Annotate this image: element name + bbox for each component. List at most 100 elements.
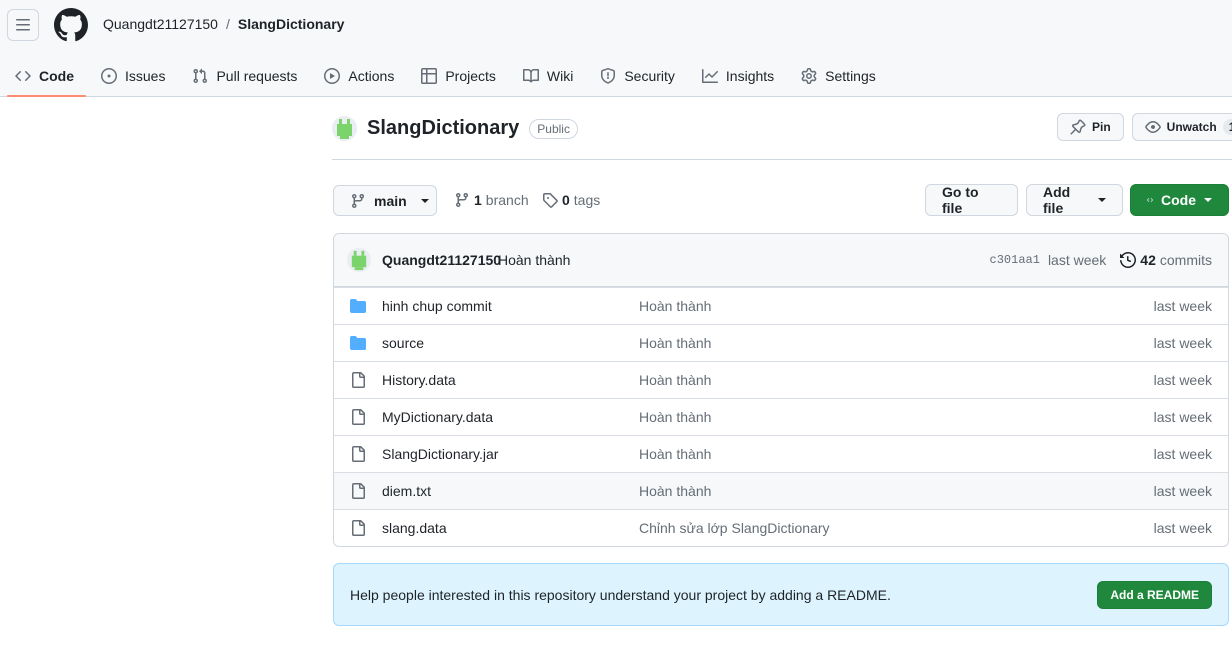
identicon-icon	[347, 248, 371, 272]
repo-title-row: SlangDictionary Public	[332, 116, 578, 141]
commit-author-avatar[interactable]	[347, 248, 371, 272]
file-icon	[352, 372, 365, 388]
file-commit-message[interactable]: Hoàn thành	[639, 409, 711, 425]
issue-icon	[101, 68, 117, 84]
file-commit-message[interactable]: Hoàn thành	[639, 446, 711, 462]
file-row[interactable]: source Hoàn thành last week	[334, 324, 1228, 361]
commit-sha-link[interactable]: c301aa1	[990, 253, 1040, 267]
file-name-link[interactable]: slang.data	[382, 520, 447, 536]
file-row[interactable]: SlangDictionary.jar Hoàn thành last week	[334, 435, 1228, 472]
file-commit-message[interactable]: Hoàn thành	[639, 335, 711, 351]
commits-count: 42	[1140, 252, 1156, 268]
file-icon	[352, 409, 365, 425]
tab-actions[interactable]: Actions	[316, 56, 406, 96]
folder-icon	[350, 299, 366, 313]
owner-avatar[interactable]	[332, 116, 357, 141]
graph-icon	[701, 69, 718, 83]
go-to-file-label: Go to file	[942, 184, 979, 216]
breadcrumb-repo-link[interactable]: SlangDictionary	[238, 16, 345, 32]
file-commit-message[interactable]: Hoàn thành	[639, 298, 711, 314]
branch-select-button[interactable]: main	[333, 185, 437, 216]
commit-message-link[interactable]: Hoàn thành	[498, 252, 570, 268]
tab-actions-label: Actions	[348, 68, 395, 84]
eye-icon	[1144, 121, 1161, 133]
chevron-down-icon	[1098, 198, 1106, 202]
play-icon	[324, 68, 341, 84]
tab-settings-label: Settings	[825, 68, 876, 84]
file-age: last week	[1153, 298, 1212, 314]
commit-meta: c301aa1 last week 42 commits	[990, 252, 1212, 268]
file-row[interactable]: MyDictionary.data Hoàn thành last week	[334, 398, 1228, 435]
tags-link[interactable]: 0 tags	[542, 192, 600, 208]
file-name-link[interactable]: hinh chup commit	[382, 298, 492, 314]
tag-icon	[543, 193, 558, 208]
add-file-label: Add file	[1043, 184, 1071, 216]
tab-projects[interactable]: Projects	[413, 56, 508, 96]
file-name-link[interactable]: source	[382, 335, 424, 351]
tags-count: 0	[562, 192, 570, 208]
repo-actions: Pin Unwatch 1	[1057, 113, 1232, 141]
file-age: last week	[1153, 409, 1212, 425]
file-name-link[interactable]: diem.txt	[382, 483, 431, 499]
file-commit-message[interactable]: Hoàn thành	[639, 483, 711, 499]
folder-icon	[350, 336, 366, 350]
branches-count: 1	[474, 192, 482, 208]
table-icon	[421, 68, 438, 84]
file-age: last week	[1153, 446, 1212, 462]
file-age: last week	[1153, 520, 1212, 536]
title-divider	[332, 159, 1232, 160]
hamburger-menu-button[interactable]	[7, 9, 39, 41]
pin-button[interactable]: Pin	[1057, 113, 1124, 141]
pin-icon	[1070, 119, 1086, 135]
file-row[interactable]: History.data Hoàn thành last week	[334, 361, 1228, 398]
identicon-icon	[332, 116, 357, 141]
tab-issues[interactable]: Issues	[93, 56, 177, 96]
tab-security[interactable]: Security	[592, 56, 687, 96]
gear-icon	[801, 68, 817, 84]
tab-insights[interactable]: Insights	[694, 56, 786, 96]
repo-nav-tabs: Code Issues Pull requests Actions Projec…	[0, 56, 888, 97]
tab-code[interactable]: Code	[7, 56, 86, 97]
commit-age: last week	[1047, 252, 1107, 268]
repo-name[interactable]: SlangDictionary	[367, 117, 519, 140]
branches-link[interactable]: 1 branch	[454, 192, 529, 208]
tab-pull-requests[interactable]: Pull requests	[184, 56, 309, 96]
file-icon	[352, 446, 365, 462]
tab-security-label: Security	[624, 68, 675, 84]
commit-author-link[interactable]: Quangdt21127150	[382, 252, 501, 268]
file-age: last week	[1153, 483, 1212, 499]
tab-code-label: Code	[39, 68, 74, 84]
unwatch-button[interactable]: Unwatch 1	[1131, 113, 1232, 141]
commits-history-link[interactable]: 42 commits	[1120, 252, 1212, 268]
tags-label: tags	[573, 192, 601, 208]
tab-projects-label: Projects	[445, 68, 496, 84]
breadcrumb-separator: /	[225, 16, 230, 32]
watch-counter: 1	[1222, 119, 1232, 135]
file-name-link[interactable]: MyDictionary.data	[382, 409, 493, 425]
file-row[interactable]: diem.txt Hoàn thành last week	[334, 472, 1228, 509]
file-browser: Quangdt21127150 Hoàn thành c301aa1 last …	[333, 233, 1229, 547]
tab-settings[interactable]: Settings	[793, 56, 888, 96]
file-name-link[interactable]: SlangDictionary.jar	[382, 446, 498, 462]
file-name-link[interactable]: History.data	[382, 372, 456, 388]
file-icon	[352, 483, 365, 499]
add-file-button[interactable]: Add file	[1026, 184, 1123, 216]
tab-wiki[interactable]: Wiki	[515, 56, 585, 96]
go-to-file-button[interactable]: Go to file	[925, 184, 1018, 216]
github-logo-icon[interactable]	[54, 8, 88, 42]
file-row[interactable]: slang.data Chỉnh sửa lớp SlangDictionary…	[334, 509, 1228, 546]
tab-pull-requests-label: Pull requests	[216, 68, 298, 84]
pull-request-icon	[193, 68, 208, 84]
git-branch-icon	[455, 193, 468, 208]
code-dropdown-button[interactable]: Code	[1130, 184, 1229, 216]
breadcrumb-owner-link[interactable]: Quangdt21127150	[103, 16, 218, 32]
file-commit-message[interactable]: Hoàn thành	[639, 372, 711, 388]
hamburger-icon	[16, 19, 30, 31]
file-commit-message[interactable]: Chỉnh sửa lớp SlangDictionary	[639, 520, 830, 536]
file-row[interactable]: hinh chup commit Hoàn thành last week	[334, 287, 1228, 324]
readme-banner-text: Help people interested in this repositor…	[350, 587, 891, 603]
latest-commit-row: Quangdt21127150 Hoàn thành c301aa1 last …	[334, 234, 1228, 287]
add-readme-button[interactable]: Add a README	[1097, 581, 1212, 609]
commits-label: commits	[1159, 252, 1212, 268]
branch-name: main	[374, 192, 407, 209]
